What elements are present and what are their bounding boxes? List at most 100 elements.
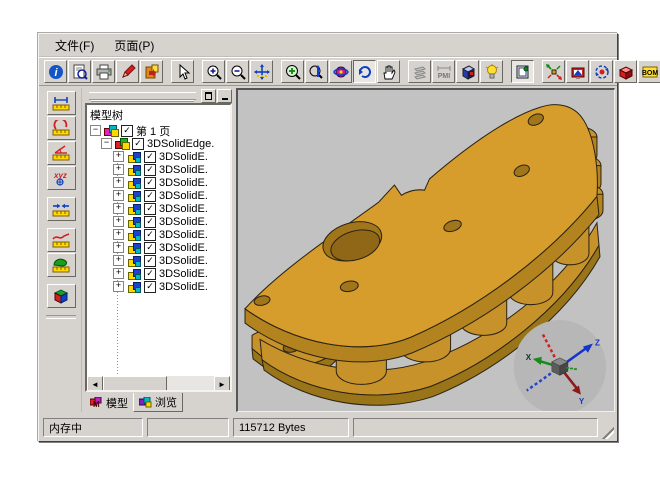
pmi-button[interactable]: PMI — [432, 60, 455, 83]
scroll-right-arrow-icon[interactable]: ► — [214, 376, 230, 392]
tree-item-part[interactable]: + ✓ 3DSolidE. — [87, 163, 230, 176]
scrollbar-track[interactable] — [167, 376, 214, 390]
scroll-left-arrow-icon[interactable]: ◄ — [87, 376, 103, 392]
preview-button[interactable] — [68, 60, 91, 83]
zoom-out-icon — [230, 64, 246, 80]
measure-toolbar: xyz — [41, 88, 82, 412]
zoom-out-button[interactable] — [226, 60, 249, 83]
checkbox[interactable]: ✓ — [121, 125, 133, 137]
tree-item-part[interactable]: + ✓ 3DSolidE. — [87, 215, 230, 228]
expand-icon[interactable]: + — [113, 255, 124, 266]
status-panel-2 — [147, 418, 229, 437]
material-button[interactable] — [456, 60, 479, 83]
part-icon — [126, 281, 142, 292]
markup-button[interactable] — [116, 60, 139, 83]
render-mode-button[interactable] — [566, 60, 589, 83]
tree-item-part[interactable]: + ✓ 3DSolidE. — [87, 228, 230, 241]
expand-icon[interactable]: + — [113, 268, 124, 279]
expand-icon[interactable]: + — [113, 203, 124, 214]
expand-icon[interactable]: + — [113, 190, 124, 201]
checkbox[interactable]: ✓ — [144, 255, 156, 267]
print-button[interactable] — [92, 60, 115, 83]
measure-coordinate-button[interactable]: xyz — [47, 166, 76, 190]
document-magnifier-icon — [72, 64, 88, 80]
lightbulb-icon — [484, 64, 500, 80]
menu-page[interactable]: 页面(P) — [106, 35, 162, 56]
checkbox[interactable]: ✓ — [144, 151, 156, 163]
measure-distance-button[interactable] — [47, 197, 76, 221]
expand-icon[interactable]: + — [113, 242, 124, 253]
checkbox[interactable]: ✓ — [144, 190, 156, 202]
tree-item-page[interactable]: − ✓ 第 1 页 — [87, 124, 230, 137]
expand-icon[interactable]: + — [113, 151, 124, 162]
tree-item-part[interactable]: + ✓ 3DSolidE. — [87, 176, 230, 189]
collapse-icon[interactable]: − — [101, 138, 112, 149]
tab-model[interactable]: M 模型 — [85, 393, 133, 412]
measure-length-button[interactable] — [47, 91, 76, 115]
measure-curve-length-button[interactable] — [47, 228, 76, 252]
tree-item-part[interactable]: + ✓ 3DSolidE. — [87, 189, 230, 202]
spin-button[interactable] — [590, 60, 613, 83]
panel-restore-button[interactable] — [201, 89, 216, 103]
expand-icon[interactable]: + — [113, 229, 124, 240]
expand-icon[interactable]: + — [113, 164, 124, 175]
measure-volume-button[interactable] — [47, 284, 76, 308]
checkbox[interactable]: ✓ — [144, 229, 156, 241]
tab-browse[interactable]: 浏览 — [133, 393, 183, 412]
tree-item-assembly[interactable]: − ✓ 3DSolidEdge. — [87, 137, 230, 150]
measure-angle-icon — [51, 145, 71, 161]
expand-icon[interactable]: + — [113, 177, 124, 188]
checkbox[interactable]: ✓ — [132, 138, 144, 150]
refresh-button[interactable] — [353, 60, 376, 83]
tree-item-part[interactable]: + ✓ 3DSolidE. — [87, 241, 230, 254]
menu-file[interactable]: 文件(F) — [47, 35, 102, 56]
measure-radius-button[interactable] — [47, 116, 76, 140]
notebook-button[interactable] — [511, 60, 534, 83]
explode-button[interactable] — [542, 60, 565, 83]
expand-icon[interactable]: + — [113, 216, 124, 227]
expand-icon[interactable]: + — [113, 281, 124, 292]
red-pencil-icon — [120, 64, 136, 80]
resize-grip[interactable] — [602, 427, 614, 439]
about-button[interactable]: i — [44, 60, 67, 83]
measure-coordinate-icon: xyz — [51, 170, 71, 186]
checkbox[interactable]: ✓ — [144, 268, 156, 280]
checkbox[interactable]: ✓ — [144, 281, 156, 293]
hand-pan-button[interactable] — [377, 60, 400, 83]
dynamic-zoom-button[interactable] — [305, 60, 328, 83]
render-mode-icon — [570, 64, 586, 80]
measure-angle-button[interactable] — [47, 141, 76, 165]
measure-volume-icon — [51, 287, 71, 305]
layers-button[interactable] — [408, 60, 431, 83]
panel-gripper[interactable] — [89, 92, 196, 100]
tree-item-part[interactable]: + ✓ 3DSolidE. — [87, 150, 230, 163]
tree-horizontal-scrollbar[interactable]: ◄ ► — [87, 376, 230, 390]
checkbox[interactable]: ✓ — [144, 203, 156, 215]
light-button[interactable] — [480, 60, 503, 83]
orientation-widget[interactable]: Z X Y — [514, 320, 606, 411]
checkbox[interactable]: ✓ — [144, 177, 156, 189]
section-button[interactable] — [614, 60, 637, 83]
zoom-window-button[interactable] — [281, 60, 304, 83]
export-button[interactable] — [140, 60, 163, 83]
select-button[interactable] — [171, 60, 194, 83]
collapse-icon[interactable]: − — [90, 125, 101, 136]
bom-button[interactable]: BOM — [638, 60, 660, 83]
tree-item-part[interactable]: + ✓ 3DSolidE. — [87, 254, 230, 267]
menu-bar: 文件(F) 页面(P) — [39, 34, 617, 57]
rotate-view-button[interactable] — [329, 60, 352, 83]
panel-minimize-button[interactable] — [217, 89, 232, 103]
tree-item-part[interactable]: + ✓ 3DSolidE. — [87, 267, 230, 280]
tree-title: 模型树 — [87, 105, 230, 124]
measure-area-button[interactable] — [47, 253, 76, 277]
checkbox[interactable]: ✓ — [144, 216, 156, 228]
checkbox[interactable]: ✓ — [144, 164, 156, 176]
tree-item-part[interactable]: + ✓ 3DSolidE. — [87, 280, 230, 293]
pan-button[interactable] — [250, 60, 273, 83]
info-icon: i — [48, 64, 64, 80]
zoom-in-button[interactable] — [202, 60, 225, 83]
viewport-3d[interactable]: Z X Y — [236, 88, 615, 412]
tree-item-part[interactable]: + ✓ 3DSolidE. — [87, 202, 230, 215]
scrollbar-thumb[interactable] — [103, 376, 167, 392]
checkbox[interactable]: ✓ — [144, 242, 156, 254]
